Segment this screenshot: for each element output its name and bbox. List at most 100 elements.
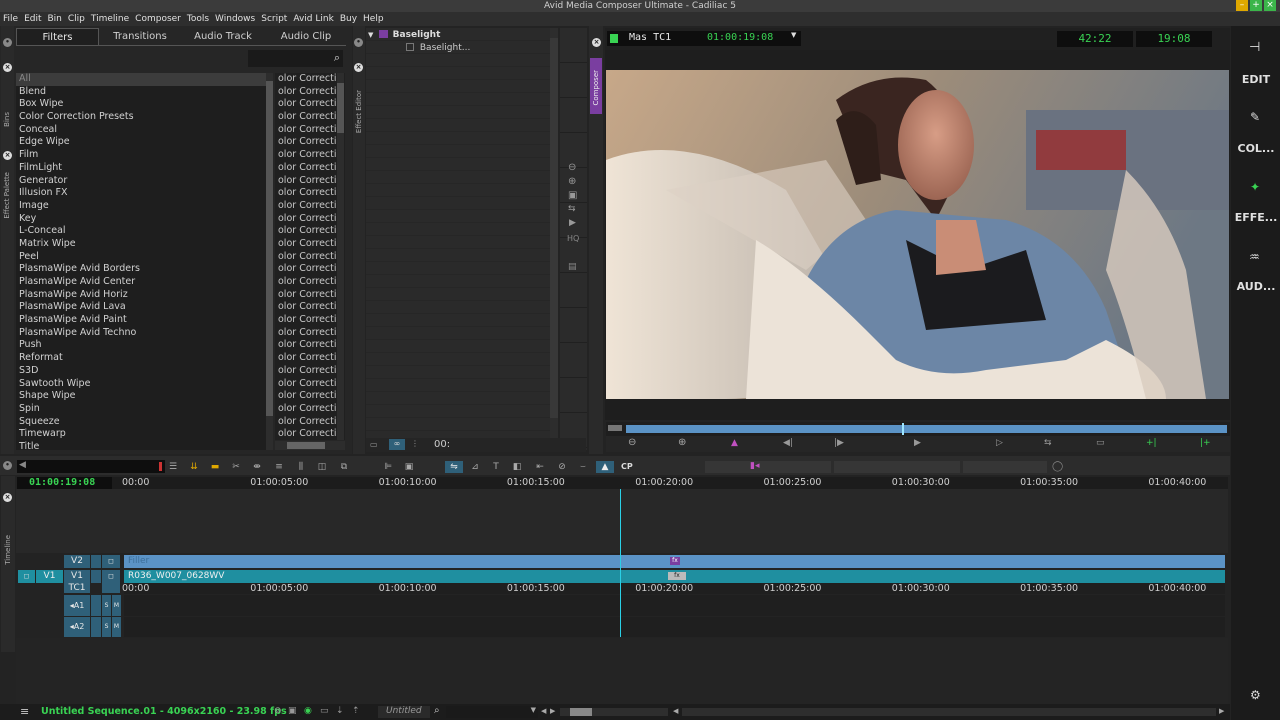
effect-item[interactable]: olor Correctio (275, 200, 345, 213)
sequence-info[interactable]: Untitled Sequence.01 - 4096x2160 - 23.98… (41, 706, 287, 717)
effect-category-item[interactable]: PlasmaWipe Avid Borders (16, 263, 266, 276)
editor-scroll-thumb[interactable] (550, 38, 558, 418)
effect-scroll-thumb[interactable] (337, 83, 344, 133)
timeline-menu-icon[interactable]: • (3, 461, 12, 470)
effect-item[interactable]: olor Correctio (275, 238, 345, 251)
minimize-button[interactable]: – (1236, 0, 1248, 11)
workspace-effects[interactable]: EFFE... (1232, 211, 1280, 224)
cut-icon[interactable]: ✂ (229, 461, 243, 473)
timeline-range-area-2[interactable] (963, 461, 1047, 473)
menu-timeline[interactable]: Timeline (88, 12, 132, 26)
effect-hscroll-thumb[interactable] (287, 442, 325, 449)
effect-category-item[interactable]: PlasmaWipe Avid Lava (16, 301, 266, 314)
effect-item[interactable]: olor Correctio (275, 327, 345, 340)
effect-item[interactable]: olor Correctio (275, 162, 345, 175)
bin-selector[interactable]: Untitled (378, 706, 430, 718)
source-v1-monitor-icon[interactable]: ◻ (18, 570, 35, 583)
effect-item[interactable]: olor Correctio (275, 352, 345, 365)
effect-category-item[interactable]: Illusion FX (16, 187, 266, 200)
position-bar-handle[interactable] (608, 425, 622, 431)
track-v2-lock[interactable] (91, 555, 101, 568)
track-a2-label[interactable]: ◂A2 (64, 617, 90, 637)
effect-item[interactable]: olor Correctio (275, 98, 345, 111)
effects-workspace-icon[interactable]: ✦ (1250, 180, 1260, 194)
maximize-button[interactable]: + (1250, 0, 1262, 11)
status-icon-5[interactable]: ⇣ (336, 706, 344, 716)
effect-category-item[interactable]: Generator (16, 175, 266, 188)
menu-windows[interactable]: Windows (212, 12, 258, 26)
timeline-zoom-area[interactable]: ▮◂ (705, 461, 831, 473)
effect-category-item[interactable]: Color Correction Presets (16, 111, 266, 124)
track-a1-lock[interactable] (91, 595, 101, 616)
effect-item[interactable]: olor Correctio (275, 124, 345, 137)
menu-edit[interactable]: Edit (21, 12, 44, 26)
loop-icon[interactable]: ⇆ (568, 204, 576, 214)
extract-icon[interactable]: ▬ (208, 461, 222, 473)
grid-icon[interactable]: ▣ (568, 190, 577, 201)
track-v1-label[interactable]: V1 (64, 570, 90, 583)
status-icon-3[interactable]: ◉ (304, 706, 312, 716)
status-icon-1[interactable]: ⊚ (274, 706, 282, 716)
timeline-side-tab[interactable]: Timeline (4, 535, 12, 565)
more-icon[interactable]: ⋮ (411, 439, 419, 448)
timeline-settings-icon[interactable]: ⇋ (445, 461, 463, 473)
effect-item[interactable]: olor Correctio (275, 416, 345, 429)
timeline-zoom-slider[interactable] (560, 708, 668, 716)
composer-side-tab-bg[interactable]: Composer (590, 58, 602, 114)
effect-category-item[interactable]: Shape Wipe (16, 390, 266, 403)
effect-category-item[interactable]: L-Conceal (16, 225, 266, 238)
record-icon[interactable]: ◯ (1052, 461, 1063, 472)
track-a2-mute[interactable]: M (112, 617, 121, 637)
tc1-track-ruler[interactable]: 00:00 01:00:05:00 01:00:10:00 01:00:15:00 01… (122, 583, 1225, 594)
close-effect-palette-icon[interactable]: × (3, 151, 12, 160)
effect-item[interactable]: olor Correctio (275, 428, 345, 440)
close-timeline-icon[interactable]: × (3, 493, 12, 502)
effect-item[interactable]: olor Correctio (275, 225, 345, 238)
safe-area-icon[interactable]: ▭ (1096, 438, 1105, 448)
tab-filters[interactable]: Filters (16, 28, 99, 45)
effect-category-item[interactable]: Title (16, 441, 266, 450)
composer-monitor[interactable] (605, 50, 1230, 420)
effect-category-item[interactable]: Box Wipe (16, 98, 266, 111)
hq-toggle[interactable]: HQ (567, 234, 579, 243)
menu-tools[interactable]: Tools (184, 12, 212, 26)
loop-play-icon[interactable]: ⇆ (1044, 438, 1052, 448)
v1-clip[interactable]: R036_W007_0628WV fx (124, 570, 1225, 583)
menu-avid-link[interactable]: Avid Link (290, 12, 336, 26)
effect-search-input[interactable]: ⌕ (248, 50, 343, 67)
effect-item[interactable]: olor Correctio (275, 86, 345, 99)
close-effect-editor-icon[interactable]: × (354, 63, 363, 72)
mark-clip-icon[interactable]: ⊫ (381, 461, 395, 473)
position-counter[interactable]: 19:08 (1136, 31, 1212, 47)
overwrite-icon[interactable]: |+ (1200, 438, 1211, 448)
mark-in-icon[interactable]: ▲ (731, 438, 738, 448)
effect-category-item[interactable]: FilmLight (16, 162, 266, 175)
effect-item[interactable]: olor Correctio (275, 149, 345, 162)
effect-category-item[interactable]: Peel (16, 251, 266, 264)
segment-icon[interactable]: ◫ (315, 461, 329, 473)
baselight-enable-checkbox[interactable] (406, 43, 414, 51)
effect-category-item[interactable]: Conceal (16, 124, 266, 137)
keyframe-icon[interactable]: ▭ (370, 440, 378, 449)
lift-icon[interactable]: ⇊ (187, 461, 201, 473)
title-tool-icon[interactable]: T (489, 461, 503, 473)
position-indicator[interactable] (902, 423, 905, 435)
close-window-button[interactable]: × (1264, 0, 1276, 11)
track-v1-lock[interactable] (91, 570, 101, 583)
source-track-v1[interactable]: V1 (36, 570, 63, 583)
effect-palette-side-tab[interactable]: Effect Palette (3, 172, 11, 219)
effect-category-item[interactable]: PlasmaWipe Avid Center (16, 276, 266, 289)
track-tc1-monitor[interactable] (102, 583, 120, 593)
composer-side-tab[interactable]: Composer (592, 70, 600, 106)
close-bins-icon[interactable]: × (3, 63, 12, 72)
play-in-out-icon[interactable]: ▷ (996, 438, 1003, 448)
timeline-menu-icon-2[interactable]: ☰ (166, 461, 180, 473)
effect-category-item[interactable]: Reformat (16, 352, 266, 365)
splice-in-icon[interactable]: +| (1146, 438, 1157, 448)
timeline-search-input[interactable]: ▼ (446, 706, 538, 718)
track-a2-solo[interactable]: S (102, 617, 111, 637)
effect-category-item[interactable]: Sawtooth Wipe (16, 378, 266, 391)
track-a1-solo[interactable]: S (102, 595, 111, 616)
effect-category-item[interactable]: Edge Wipe (16, 136, 266, 149)
effect-item[interactable]: olor Correctio (275, 73, 345, 86)
